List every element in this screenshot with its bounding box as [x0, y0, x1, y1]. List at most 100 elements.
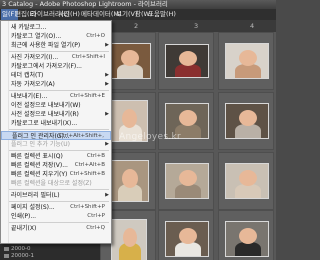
menu-item-label: 이전 설정으로 내보내기(W) — [11, 102, 81, 109]
photo-subject-face — [179, 110, 197, 126]
menu-item[interactable]: 사진 가져오기(I)... Ctrl+Shift+I — [1, 53, 111, 62]
menu-item[interactable]: 끝내기(X) Ctrl+Q — [1, 224, 111, 233]
menu-item-shortcut: Ctrl+Shift+B — [69, 171, 105, 177]
grid-column-number: 4 — [250, 22, 255, 30]
photo-thumbnail[interactable] — [225, 221, 269, 257]
menu-item-label: 새 카탈로그... — [11, 24, 47, 31]
menu-item[interactable]: 빠른 컬렉션 저장(V)... Ctrl+Alt+B — [1, 161, 111, 170]
grid-header: 2 3 4 — [100, 20, 276, 32]
menu-item[interactable]: 카탈로그로 내보내기(X)... — [1, 119, 111, 128]
photo-subject-face — [239, 50, 257, 66]
menu-separator — [9, 201, 109, 202]
photo-thumbnail[interactable] — [165, 44, 209, 78]
photo-subject-body — [235, 184, 261, 198]
menu-item[interactable]: 이전 설정으로 내보내기(W) — [1, 101, 111, 110]
menu-item[interactable]: 카탈로그 열기(O)... Ctrl+O — [1, 32, 111, 41]
menu-item[interactable]: 라이브러리 필터(L) ▶ — [1, 191, 111, 200]
menu-item-label: 테더 캡처(T) — [11, 72, 44, 79]
menu-item[interactable]: 플러그 인 관리자(G)... Ctrl+Alt+Shift+, — [1, 131, 111, 140]
menu-item-label: 끝내기(X) — [11, 225, 37, 232]
submenu-arrow-icon: ▶ — [105, 81, 109, 87]
menu-item-label: 자동 가져오기(A) — [11, 81, 55, 88]
menubar-item-7[interactable]: 도움말(H) — [147, 9, 177, 20]
photo-subject-face — [122, 169, 138, 188]
photo-subject-face — [122, 109, 137, 128]
menu-item[interactable]: 최근에 사용한 파일 열기(P) ▶ — [1, 41, 111, 50]
menu-item-label: 사전 설정으로 내보내기(R) — [11, 111, 79, 118]
photo-thumbnail[interactable] — [225, 163, 269, 199]
menu-item[interactable]: 빠른 컬렉션 표시(Q) Ctrl+B — [1, 152, 111, 161]
grid-column-number: 2 — [134, 22, 139, 30]
menu-item[interactable]: 자동 가져오기(A) ▶ — [1, 80, 111, 89]
grid-cell[interactable] — [158, 210, 214, 260]
menu-item-label: 빠른 컬렉션 지우기(Y) — [11, 171, 68, 178]
folder-icon — [4, 246, 9, 251]
photo-subject-face — [239, 170, 257, 186]
menu-item-label: 최근에 사용한 파일 열기(P) — [11, 42, 81, 49]
photo-subject-body — [117, 64, 143, 78]
menu-item-shortcut: Ctrl+Q — [86, 225, 105, 231]
menu-item-shortcut: Ctrl+Shift+P — [70, 204, 105, 210]
folder-label: 2000-0 — [11, 246, 31, 252]
menu-item-shortcut: Ctrl+P — [87, 213, 105, 219]
photo-grid — [100, 32, 276, 260]
grid-cell[interactable] — [158, 152, 214, 210]
menu-separator — [9, 189, 109, 190]
photo-subject-face — [239, 110, 257, 126]
grid-cell[interactable] — [218, 210, 274, 260]
submenu-arrow-icon: ▶ — [105, 141, 109, 147]
file-menu-dropdown: 새 카탈로그... 카탈로그 열기(O)... Ctrl+O 최근에 사용한 파일 열… — [0, 20, 112, 244]
menu-item-shortcut: Ctrl+B — [86, 153, 105, 159]
photo-subject-face — [239, 228, 257, 244]
window-title: 3 Catalog - Adobe Photoshop Lightroom - … — [0, 0, 276, 9]
menu-item[interactable]: 새 카탈로그... — [1, 23, 111, 32]
menu-item-label: 페이지 설정(S)... — [11, 204, 55, 211]
menu-item-shortcut: Ctrl+O — [86, 33, 105, 39]
menu-item-label: 사진 가져오기(I)... — [11, 54, 59, 61]
photo-thumbnail[interactable] — [165, 221, 209, 257]
menubar-item-3[interactable]: 사진(H) — [57, 9, 81, 20]
menu-item[interactable]: 페이지 설정(S)... Ctrl+Shift+P — [1, 203, 111, 212]
photo-subject-face — [123, 228, 137, 247]
menu-item: 플러그 인 추가 기능(U) ▶ — [1, 140, 111, 149]
grid-cell[interactable] — [218, 152, 274, 210]
photo-subject-body — [175, 64, 201, 77]
photo-subject-face — [179, 170, 197, 186]
photo-thumbnail[interactable] — [107, 43, 151, 79]
menu-item[interactable]: 인쇄(P)... Ctrl+P — [1, 212, 111, 221]
grid-cell[interactable] — [158, 32, 214, 90]
menu-item[interactable]: 테더 캡처(T) ▶ — [1, 71, 111, 80]
menu-item-label: 카탈로그에서 가져오기(F)... — [11, 63, 82, 70]
submenu-arrow-icon: ▶ — [105, 111, 109, 117]
menu-separator — [9, 129, 109, 130]
photo-thumbnail[interactable] — [111, 219, 147, 260]
menu-item[interactable]: 빠른 컬렉션 지우기(Y) Ctrl+Shift+B — [1, 170, 111, 179]
photo-thumbnail[interactable] — [109, 160, 149, 202]
folder-item[interactable]: 20000-1 — [4, 253, 34, 259]
photo-subject-body — [235, 124, 261, 138]
photo-subject-body — [235, 64, 261, 78]
menu-item-label: 카탈로그로 내보내기(X)... — [11, 120, 78, 127]
menu-item: 빠른 컬렉션을 대상으로 설정(Z) — [1, 179, 111, 188]
photo-subject-body — [175, 184, 201, 198]
menu-item[interactable]: 카탈로그에서 가져오기(F)... — [1, 62, 111, 71]
menu-item-label: 빠른 컬렉션을 대상으로 설정(Z) — [11, 180, 92, 187]
menu-separator — [9, 51, 109, 52]
photo-thumbnail[interactable] — [225, 103, 269, 139]
photo-thumbnail[interactable] — [225, 43, 269, 79]
menu-item-shortcut: Ctrl+Shift+E — [70, 93, 105, 99]
grid-cell[interactable] — [218, 92, 274, 150]
menu-item[interactable]: 사전 설정으로 내보내기(R) ▶ — [1, 110, 111, 119]
menu-item-label: 내보내기(E)... — [11, 93, 48, 100]
menu-item-label: 빠른 컬렉션 표시(Q) — [11, 153, 63, 160]
grid-cell[interactable] — [218, 32, 274, 90]
photo-thumbnail[interactable] — [165, 163, 209, 199]
folder-item[interactable]: 2000-0 — [4, 246, 30, 252]
menu-separator — [9, 90, 109, 91]
submenu-arrow-icon: ▶ — [105, 42, 109, 48]
menu-item[interactable]: 내보내기(E)... Ctrl+Shift+E — [1, 92, 111, 101]
menu-separator — [9, 150, 109, 151]
watermark: Angeloyes.kr — [119, 132, 182, 142]
menu-bar: 일(F) 편집(E) 라이브러리(L) 사진(H) 메타데이터(M) 보기(V) 창(W) 도… — [0, 9, 276, 20]
menu-separator — [9, 222, 109, 223]
